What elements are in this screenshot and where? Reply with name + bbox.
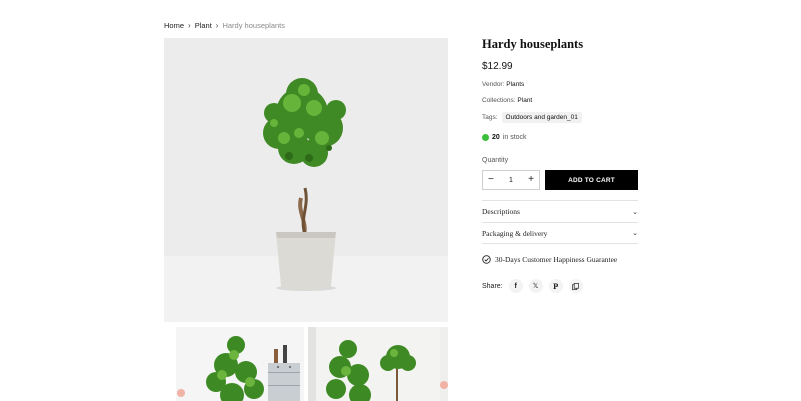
product-title: Hardy houseplants [482,37,584,51]
add-to-cart-button[interactable]: ADD TO CART [545,170,638,190]
increment-button[interactable]: + [528,175,534,185]
accordion-label: Descriptions [482,207,520,216]
stock-status: 20 in stock [482,134,527,141]
stock-count: 20 [492,134,500,141]
chevron-down-icon: ⌄ [632,207,638,216]
check-circle-icon [482,255,491,264]
tags-row: Tags: Outdoors and garden_01 [482,112,582,123]
product-main-image[interactable] [164,38,448,322]
collections-row: Collections: Plant [482,97,532,104]
x-icon[interactable]: 𝕏 [528,279,543,293]
collection-link[interactable]: Plant [517,97,532,104]
chevron-right-icon: › [188,20,191,30]
stock-text: in stock [502,134,527,141]
tag-chip[interactable]: Outdoors and garden_01 [501,112,582,123]
decrement-button[interactable]: − [488,175,494,185]
quantity-label: Quantity [482,157,509,164]
in-stock-dot-icon [482,134,489,141]
guarantee-text: 30-Days Customer Happiness Guarantee [495,255,618,264]
accordion-label: Packaging & delivery [482,228,548,238]
accordion-descriptions[interactable]: Descriptions ⌄ [482,200,638,222]
pinterest-icon[interactable]: P [548,279,563,293]
collections-label: Collections: [482,97,516,104]
accordion-packaging[interactable]: Packaging & delivery ⌄ [482,222,638,244]
plant-room-thumbnail [164,327,300,401]
tags-label: Tags: [482,114,498,121]
chevron-right-icon: › [215,20,219,30]
share-label: Share: [482,282,503,290]
potted-tree-illustration [263,78,346,291]
vendor-link[interactable]: Plants [506,81,524,88]
share-row: Share: f 𝕏 P [482,279,583,293]
vendor-label: Vendor: [482,81,505,88]
product-price: $12.99 [482,61,513,72]
product-thumbnail[interactable] [308,327,448,401]
chevron-down-icon: ⌄ [632,229,638,237]
copy-link-icon[interactable] [568,279,583,293]
quantity-stepper: − 1 + [482,170,540,190]
breadcrumb: Home › Plant › Hardy houseplants [164,21,285,30]
breadcrumb-current: Hardy houseplants [222,21,286,30]
plants-group-thumbnail [308,327,448,401]
guarantee-note: 30-Days Customer Happiness Guarantee [482,255,617,264]
vendor-row: Vendor: Plants [482,81,524,88]
product-thumbnail[interactable] [164,327,304,401]
facebook-icon[interactable]: f [508,279,523,293]
breadcrumb-home[interactable]: Home [164,21,184,30]
breadcrumb-plant[interactable]: Plant [195,21,212,30]
quantity-value[interactable]: 1 [509,177,513,184]
